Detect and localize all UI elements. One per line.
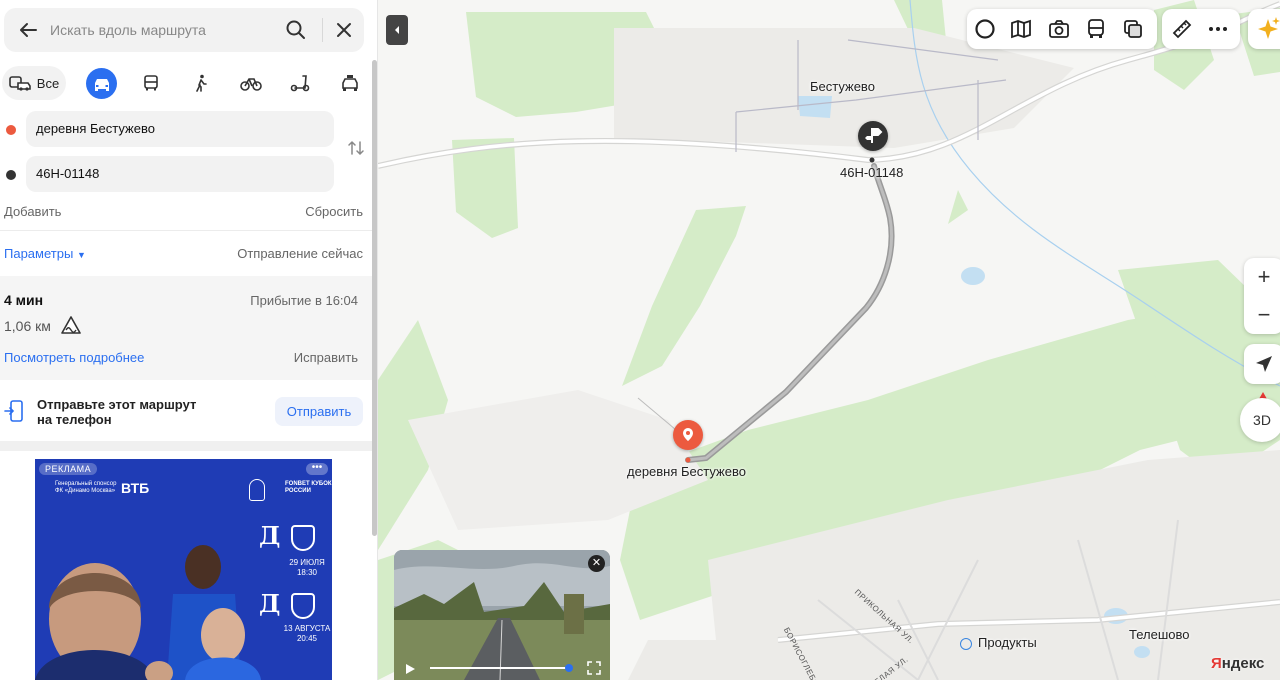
mode-scooter-button[interactable] xyxy=(286,66,314,100)
mode-walk-button[interactable] xyxy=(188,66,214,100)
video-progress-handle[interactable] xyxy=(565,664,573,672)
signpost-icon xyxy=(865,128,883,143)
swap-points-icon[interactable] xyxy=(346,138,366,158)
road-video-thumbnail[interactable] xyxy=(394,550,610,680)
route-start-field[interactable]: деревня Бестужево xyxy=(26,111,334,147)
layers-button[interactable] xyxy=(973,17,997,41)
video-progress-bar[interactable] xyxy=(430,667,570,669)
fix-route-link[interactable]: Исправить xyxy=(294,350,358,365)
map-label-road: 46Н-01148 xyxy=(840,165,904,180)
location-pin-icon xyxy=(683,428,693,441)
map-layers-toolbar xyxy=(967,9,1157,49)
divider xyxy=(322,18,323,42)
car-bus-icon xyxy=(8,76,31,91)
parameters-dropdown[interactable]: Параметры ▼ xyxy=(4,246,86,261)
sparkle-icon xyxy=(1258,17,1280,39)
mode-car-button[interactable] xyxy=(86,68,117,99)
bumpy-road-warning-icon xyxy=(61,316,81,339)
collapse-panel-button[interactable] xyxy=(386,15,408,45)
camera-icon xyxy=(1049,20,1069,38)
layers-stack-button[interactable] xyxy=(1121,17,1145,41)
toggle-3d-button[interactable]: 3D xyxy=(1240,398,1280,442)
video-preview-image xyxy=(394,550,610,680)
panel-scrollbar[interactable] xyxy=(372,60,377,536)
map-tools-toolbar xyxy=(1162,9,1240,49)
yandex-logo-first: Я xyxy=(1211,655,1222,672)
route-end-pin[interactable] xyxy=(858,121,888,151)
yandex-logo-rest: ндекс xyxy=(1221,655,1265,672)
phone-icon xyxy=(4,400,24,427)
mode-all-button[interactable]: Все xyxy=(2,66,66,100)
mode-taxi-button[interactable] xyxy=(336,66,364,100)
map-label-shop: Продукты xyxy=(978,635,1037,650)
send-text-line2: на телефон xyxy=(37,412,112,427)
parameters-label: Параметры xyxy=(4,246,74,261)
end-point-dot xyxy=(6,170,16,180)
car-icon xyxy=(94,78,109,91)
zoom-control: + − xyxy=(1244,258,1280,334)
back-arrow-icon[interactable] xyxy=(16,18,40,42)
map-icon xyxy=(1011,19,1031,39)
shop-icon[interactable] xyxy=(960,638,972,650)
send-to-phone-text: Отправьте этот маршрут на телефон xyxy=(37,397,196,427)
bus-icon xyxy=(1088,19,1104,38)
my-location-button[interactable] xyxy=(1244,344,1280,384)
send-to-phone-button[interactable]: Отправить xyxy=(275,397,363,426)
ai-assistant-button[interactable] xyxy=(1248,9,1280,49)
advertisement-banner[interactable]: РЕКЛАМА ••• Генеральный спонсор ФК «Дина… xyxy=(35,459,332,680)
route-search-box xyxy=(4,8,364,52)
scooter-icon xyxy=(290,75,310,92)
route-details-link[interactable]: Посмотреть подробнее xyxy=(4,350,144,365)
transit-button[interactable] xyxy=(1084,17,1108,41)
circle-layer-icon xyxy=(975,19,995,39)
divider xyxy=(0,230,372,231)
panorama-button[interactable] xyxy=(1047,17,1071,41)
section-gap xyxy=(0,441,372,451)
map-mode-button[interactable] xyxy=(1009,17,1033,41)
transport-modes: Все xyxy=(0,66,370,100)
ruler-icon xyxy=(1172,19,1192,39)
map-label-teleshovo: Телешово xyxy=(1129,627,1190,642)
mode-all-label: Все xyxy=(36,75,60,91)
taxi-icon xyxy=(342,75,358,91)
yandex-logo: Яндекс xyxy=(1211,655,1264,672)
fullscreen-icon[interactable] xyxy=(587,661,601,680)
map-label-route-start: деревня Бестужево xyxy=(627,464,746,479)
close-icon[interactable] xyxy=(332,18,356,42)
more-button[interactable] xyxy=(1206,17,1230,41)
departure-time-select[interactable]: Отправление сейчас xyxy=(237,246,363,261)
bicycle-icon xyxy=(240,78,262,91)
map-label-village: Бестужево xyxy=(810,79,875,94)
route-option-card[interactable]: 4 мин Прибытие в 16:04 1,06 км Посмотрет… xyxy=(0,276,372,380)
bus-icon xyxy=(144,75,158,91)
reset-link[interactable]: Сбросить xyxy=(305,204,363,219)
caret-down-icon: ▼ xyxy=(76,250,86,260)
mode-bus-button[interactable] xyxy=(138,66,164,100)
more-dots-icon xyxy=(1209,27,1227,31)
walk-icon xyxy=(196,74,207,92)
arrival-time: Прибытие в 16:04 xyxy=(250,293,358,308)
chevron-left-icon xyxy=(395,26,399,34)
search-icon[interactable] xyxy=(284,18,308,42)
route-distance: 1,06 км xyxy=(4,318,51,334)
route-end-field[interactable]: 46Н-01148 xyxy=(26,156,334,192)
navigation-arrow-icon xyxy=(1256,356,1272,372)
send-text-line1: Отправьте этот маршрут xyxy=(37,397,197,412)
close-video-icon[interactable]: ✕ xyxy=(588,555,605,572)
route-start-pin[interactable] xyxy=(673,420,703,450)
ad-players-image xyxy=(35,545,261,680)
play-icon[interactable] xyxy=(404,662,416,680)
mode-bicycle-button[interactable] xyxy=(237,66,265,100)
route-panel: Все деревня Бестужево 46Н-01148 Добавить… xyxy=(0,0,378,680)
ruler-button[interactable] xyxy=(1170,17,1194,41)
zoom-in-button[interactable]: + xyxy=(1244,258,1280,296)
start-point-dot xyxy=(6,125,16,135)
route-search-input[interactable] xyxy=(50,8,270,52)
stack-icon xyxy=(1124,20,1142,38)
route-duration: 4 мин xyxy=(4,292,44,308)
add-point-link[interactable]: Добавить xyxy=(4,204,61,219)
zoom-out-button[interactable]: − xyxy=(1244,296,1280,334)
